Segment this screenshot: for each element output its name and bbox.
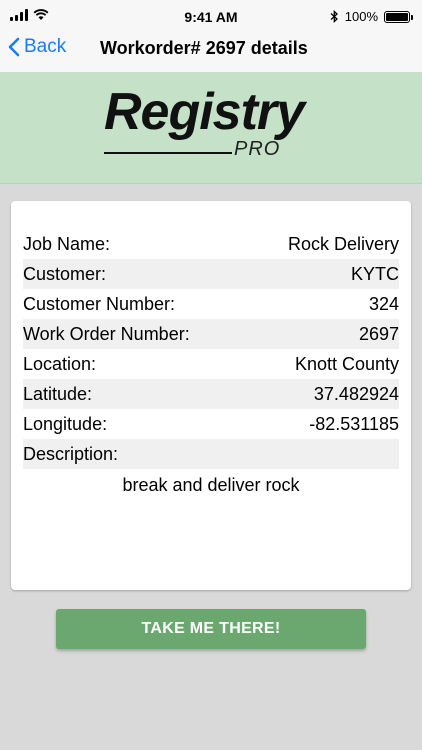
back-button[interactable]: Back: [8, 36, 66, 58]
chevron-left-icon: [8, 37, 20, 57]
battery-fill: [386, 12, 408, 21]
detail-label: Work Order Number:: [23, 323, 190, 344]
logo-subtext: PRO: [234, 138, 281, 160]
detail-label: Latitude:: [23, 383, 93, 404]
detail-value: 2697: [358, 323, 399, 344]
detail-value: Knott County: [294, 353, 399, 374]
detail-value: -82.531185: [309, 413, 399, 434]
take-me-there-button[interactable]: TAKE ME THERE!: [56, 609, 366, 649]
detail-row-customer-number: Customer Number: 324: [23, 289, 399, 319]
back-label: Back: [24, 36, 67, 57]
detail-row-customer: Customer: KYTC: [23, 259, 399, 289]
detail-value: Rock Delivery: [287, 233, 399, 254]
details-list: Job Name: Rock Delivery Customer: KYTC C…: [23, 229, 399, 496]
detail-row-description: Description:: [23, 439, 399, 469]
logo-banner: Registry PRO: [0, 72, 422, 184]
detail-label: Customer:: [23, 263, 107, 284]
status-bar: 9:41 AM 100%: [0, 0, 422, 34]
detail-label: Description:: [23, 443, 119, 464]
page-title: Workorder# 2697 details: [100, 38, 308, 58]
registry-pro-logo: Registry PRO: [104, 86, 324, 166]
battery-icon: [384, 10, 413, 23]
logo-text: Registry: [104, 83, 305, 141]
detail-value: 37.482924: [313, 383, 399, 404]
battery-percent: 100%: [344, 9, 378, 24]
detail-value: KYTC: [350, 263, 399, 284]
detail-row-job-name: Job Name: Rock Delivery: [23, 229, 399, 259]
detail-label: Location:: [23, 353, 97, 374]
navigation-bar: Back Workorder# 2697 details: [0, 34, 422, 73]
status-right: 100%: [330, 9, 413, 24]
detail-label: Longitude:: [23, 413, 108, 434]
detail-row-work-order-number: Work Order Number: 2697: [23, 319, 399, 349]
detail-value: 324: [368, 293, 399, 314]
detail-row-latitude: Latitude: 37.482924: [23, 379, 399, 409]
detail-label: Customer Number:: [23, 293, 176, 314]
detail-row-location: Location: Knott County: [23, 349, 399, 379]
logo-underline: [104, 152, 232, 154]
bluetooth-icon: [330, 10, 338, 23]
detail-row-longitude: Longitude: -82.531185: [23, 409, 399, 439]
detail-label: Job Name:: [23, 233, 111, 254]
description-text: break and deliver rock: [122, 475, 300, 495]
details-card: Job Name: Rock Delivery Customer: KYTC C…: [11, 201, 411, 590]
